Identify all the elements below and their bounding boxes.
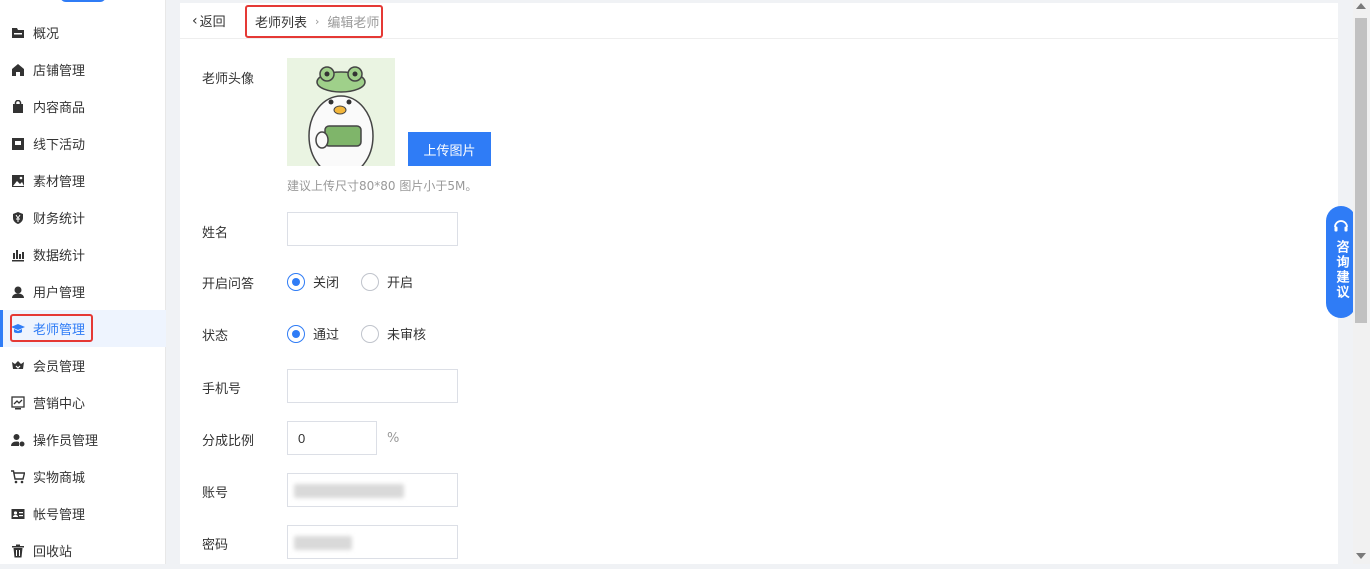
breadcrumb: 老师列表 › 编辑老师 <box>245 5 383 38</box>
logo-pill <box>60 0 106 2</box>
avatar-label: 老师头像 <box>202 72 255 87</box>
sidebar-item-label: 老师管理 <box>33 323 86 338</box>
phone-label: 手机号 <box>202 382 242 397</box>
headset-icon <box>1334 220 1348 232</box>
name-label: 姓名 <box>202 226 229 241</box>
sidebar-item-label: 概况 <box>33 27 60 42</box>
sidebar-item-recycle[interactable]: 回收站 <box>0 532 166 569</box>
back-label: 返回 <box>199 15 226 30</box>
qa-radio-group: 关闭 开启 <box>287 272 435 291</box>
account-label: 账号 <box>202 486 229 501</box>
sidebar-item-data[interactable]: 数据统计 <box>0 236 166 273</box>
sidebar-item-label: 操作员管理 <box>33 434 99 449</box>
radio-checked-icon <box>287 272 305 291</box>
account-input[interactable] <box>287 473 458 507</box>
phone-input[interactable] <box>287 369 458 403</box>
sidebar-item-label: 用户管理 <box>33 286 86 301</box>
password-input[interactable] <box>287 525 458 559</box>
sidebar-item-accounts[interactable]: 帐号管理 <box>0 495 166 532</box>
trash-icon <box>11 544 25 558</box>
vip-badge-icon <box>11 359 25 373</box>
sidebar-item-label: 会员管理 <box>33 360 86 375</box>
password-label: 密码 <box>202 538 229 553</box>
breadcrumb-teacher-list[interactable]: 老师列表 <box>255 12 307 31</box>
sidebar-menu: 概况 店铺管理 内容商品 线下活动 素材管理 财务统计 数据统计 用户管理 老师… <box>0 14 166 569</box>
sidebar-item-members[interactable]: 会员管理 <box>0 347 166 384</box>
ratio-suffix: % <box>387 431 400 446</box>
sidebar-item-mall[interactable]: 实物商城 <box>0 458 166 495</box>
sidebar-item-marketing[interactable]: 营销中心 <box>0 384 166 421</box>
qa-option-off: 关闭 <box>313 276 340 291</box>
scroll-down-arrow-icon[interactable] <box>1356 553 1366 559</box>
redacted-account <box>294 484 404 498</box>
scrollbar-thumb[interactable] <box>1355 18 1367 323</box>
radio-unchecked-icon <box>361 272 380 291</box>
redacted-password <box>294 536 352 550</box>
sidebar-item-teachers[interactable]: 老师管理 <box>0 310 166 347</box>
sidebar-item-label: 实物商城 <box>33 471 86 486</box>
sidebar-item-label: 店铺管理 <box>33 64 86 79</box>
status-radio-approved[interactable]: 通过 <box>287 324 339 343</box>
yen-shield-icon <box>11 211 25 225</box>
main-panel: ‹ 返回 老师列表 › 编辑老师 老师头像 上传图片 建议上传尺寸80*80 图… <box>180 3 1338 564</box>
upload-image-button[interactable]: 上传图片 <box>408 132 491 166</box>
qa-radio-on[interactable]: 开启 <box>361 272 413 291</box>
breadcrumb-separator-icon: › <box>315 15 320 28</box>
sidebar-item-store[interactable]: 店铺管理 <box>0 51 166 88</box>
user-icon <box>11 285 25 299</box>
sidebar-item-label: 素材管理 <box>33 175 86 190</box>
sidebar-item-material[interactable]: 素材管理 <box>0 162 166 199</box>
sidebar-item-label: 数据统计 <box>33 249 86 264</box>
status-option-approved: 通过 <box>313 328 340 343</box>
sidebar-item-users[interactable]: 用户管理 <box>0 273 166 310</box>
graduation-cap-icon <box>11 322 25 336</box>
sidebar-item-label: 营销中心 <box>33 397 86 412</box>
teacher-avatar <box>287 58 395 166</box>
radio-checked-icon <box>287 324 305 343</box>
status-radio-pending[interactable]: 未审核 <box>361 324 426 343</box>
sidebar-item-content[interactable]: 内容商品 <box>0 88 166 125</box>
sidebar-item-offline[interactable]: 线下活动 <box>0 125 166 162</box>
bar-chart-icon <box>11 248 25 262</box>
image-icon <box>11 174 25 188</box>
sidebar-item-label: 财务统计 <box>33 212 86 227</box>
consult-suggestion-button[interactable]: 咨询建议 <box>1326 206 1356 318</box>
sidebar: 概况 店铺管理 内容商品 线下活动 素材管理 财务统计 数据统计 用户管理 老师… <box>0 0 166 564</box>
sidebar-item-overview[interactable]: 概况 <box>0 14 166 51</box>
qa-label: 开启问答 <box>202 277 255 292</box>
ratio-label: 分成比例 <box>202 434 255 449</box>
radio-unchecked-icon <box>361 324 380 343</box>
bag-icon <box>11 99 25 114</box>
chevron-left-icon: ‹ <box>192 12 198 29</box>
status-option-pending: 未审核 <box>387 328 427 343</box>
status-radio-group: 通过 未审核 <box>287 324 448 343</box>
ratio-input[interactable] <box>287 421 377 455</box>
cart-icon <box>11 469 25 484</box>
sidebar-item-finance[interactable]: 财务统计 <box>0 199 166 236</box>
flag-icon <box>11 137 25 151</box>
id-card-icon <box>11 507 25 521</box>
upload-hint: 建议上传尺寸80*80 图片小于5M。 <box>287 179 478 193</box>
name-input[interactable] <box>287 212 458 246</box>
sidebar-item-label: 内容商品 <box>33 101 86 116</box>
folder-icon <box>11 26 25 40</box>
scroll-up-arrow-icon[interactable] <box>1356 3 1366 9</box>
breadcrumb-edit-teacher: 编辑老师 <box>327 16 380 31</box>
user-gear-icon <box>11 433 25 447</box>
sidebar-item-operators[interactable]: 操作员管理 <box>0 421 166 458</box>
sidebar-item-label: 线下活动 <box>33 138 86 153</box>
status-label: 状态 <box>202 329 229 344</box>
qa-option-on: 开启 <box>387 276 414 291</box>
trend-icon <box>11 395 25 410</box>
qa-radio-off[interactable]: 关闭 <box>287 272 339 291</box>
consult-label: 咨询建议 <box>1333 240 1349 300</box>
back-button[interactable]: ‹ 返回 <box>192 11 226 31</box>
sidebar-item-label: 回收站 <box>33 545 73 560</box>
sidebar-item-label: 帐号管理 <box>33 508 86 523</box>
breadcrumb-bar: ‹ 返回 老师列表 › 编辑老师 <box>180 3 1338 39</box>
store-icon <box>11 63 25 77</box>
